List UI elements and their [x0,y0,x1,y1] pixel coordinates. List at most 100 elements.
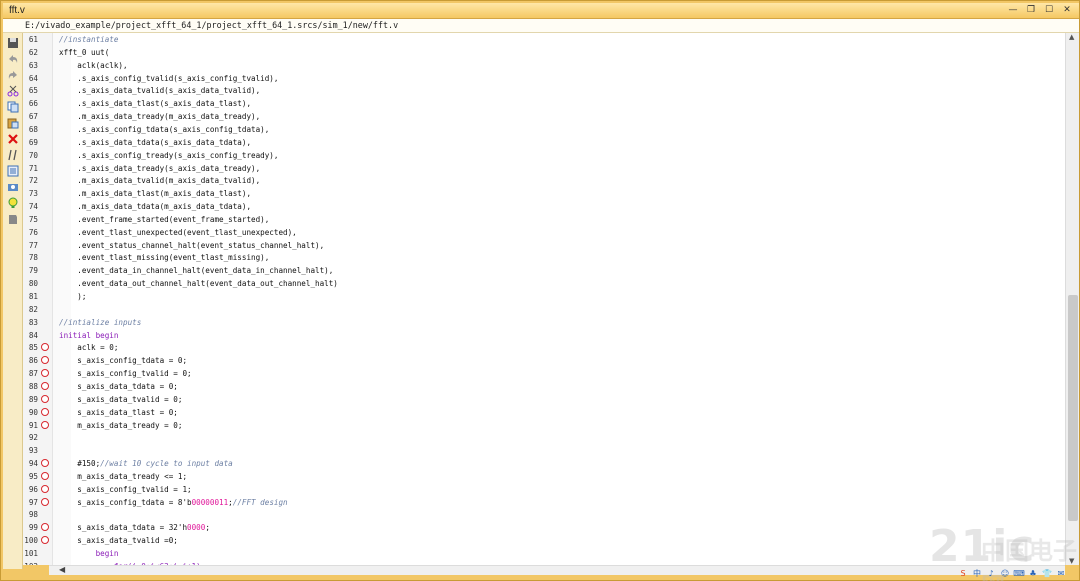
code-line[interactable]: 77 .event_status_channel_halt(event_stat… [23,239,1065,252]
tray-icon[interactable]: ✉ [1055,568,1067,579]
code-token: s_axis_config_tdata = 8'b [59,497,192,507]
code-line[interactable]: 82 [23,303,1065,316]
breakpoint-icon[interactable] [41,343,49,352]
code-line[interactable]: 68 .s_axis_config_tdata(s_axis_config_td… [23,123,1065,136]
code-line[interactable]: 83 //intialize inputs [23,316,1065,329]
close-icon[interactable]: ✕ [1061,4,1073,17]
code-line[interactable]: 89 s_axis_data_tvalid = 0; [23,393,1065,406]
code-token: aclk(aclk), [59,60,128,70]
breakpoint-icon[interactable] [41,497,49,506]
tray-icon[interactable]: S [957,568,969,579]
delete-icon[interactable] [7,133,19,145]
code-line[interactable]: 84 initial begin [23,329,1065,342]
code-line[interactable]: 86 s_axis_config_tdata = 0; [23,354,1065,367]
code-line[interactable]: 69 .s_axis_data_tdata(s_axis_data_tdata)… [23,136,1065,149]
scroll-left-icon[interactable]: ◀ [59,565,65,574]
scroll-up-icon[interactable]: ▲ [1069,33,1074,41]
code-line[interactable]: 99 s_axis_data_tdata = 32'h0000; [23,521,1065,534]
breakpoint-icon[interactable] [41,536,49,545]
block-icon[interactable] [7,165,19,177]
code-line[interactable]: 98 [23,508,1065,521]
code-line[interactable]: 94 #150;//wait 10 cycle to input data [23,457,1065,470]
code-line[interactable]: 87 s_axis_config_tvalid = 0; [23,367,1065,380]
tray-icon[interactable]: ♪ [985,568,997,579]
template-icon[interactable] [7,213,19,225]
restore-icon[interactable]: ❐ [1025,4,1037,17]
code-line[interactable]: 88 s_axis_data_tdata = 0; [23,380,1065,393]
code-line[interactable]: 101 begin [23,547,1065,560]
tray-icon[interactable]: 👕 [1041,568,1053,579]
code-line[interactable]: 67 .m_axis_data_tready(m_axis_data_tread… [23,110,1065,123]
breakpoint-icon[interactable] [41,484,49,493]
code-line[interactable]: 95 m_axis_data_tready <= 1; [23,470,1065,483]
code-line[interactable]: 85 aclk = 0; [23,341,1065,354]
vertical-scrollbar[interactable]: ▲ ▼ [1065,33,1079,565]
code-text: .s_axis_data_tvalid(s_axis_data_tvalid), [59,84,260,97]
code-line[interactable]: 93 [23,444,1065,457]
code-token: .event_tlast_missing(event_tlast_missing… [59,253,270,263]
code-line[interactable]: 92 [23,431,1065,444]
code-line[interactable]: 62 xfft_0 uut( [23,46,1065,59]
breakpoint-icon[interactable] [41,356,49,365]
code-line[interactable]: 66 .s_axis_data_tlast(s_axis_data_tlast)… [23,97,1065,110]
copy-icon[interactable] [7,101,19,113]
line-number: 78 [28,253,38,263]
code-line[interactable]: 61 //instantiate [23,33,1065,46]
tray-icon[interactable]: ⌨ [1013,568,1025,579]
code-text: m_axis_data_tready <= 1; [59,470,187,483]
code-line[interactable]: 74 .m_axis_data_tdata(m_axis_data_tdata)… [23,200,1065,213]
breakpoint-icon[interactable] [41,369,49,378]
code-line[interactable]: 100 s_axis_data_tvalid =0; [23,534,1065,547]
horizontal-scrollbar[interactable]: ◀ [49,565,1065,575]
tray-icon[interactable]: ☺ [999,568,1011,579]
hint-icon[interactable] [7,197,19,209]
undo-icon[interactable] [7,53,19,65]
breakpoint-icon[interactable] [41,471,49,480]
code-line[interactable]: 64 .s_axis_config_tvalid(s_axis_config_t… [23,72,1065,85]
code-comment: //intialize inputs [59,317,142,327]
code-line[interactable]: 91 m_axis_data_tready = 0; [23,419,1065,432]
code-line[interactable]: 90 s_axis_data_tlast = 0; [23,406,1065,419]
editor-window: fft.v — ❐ ☐ ✕ E:/vivado_example/project_… [0,0,1080,581]
find-icon[interactable] [7,181,19,193]
breakpoint-icon[interactable] [41,394,49,403]
code-line[interactable]: 76 .event_tlast_unexpected(event_tlast_u… [23,226,1065,239]
breakpoint-icon[interactable] [41,407,49,416]
code-token: xfft_0 uut( [59,47,110,57]
code-line[interactable]: 79 .event_data_in_channel_halt(event_dat… [23,264,1065,277]
paste-icon[interactable] [7,117,19,129]
breakpoint-icon[interactable] [41,459,49,468]
line-number: 68 [28,124,38,134]
code-line[interactable]: 96 s_axis_config_tvalid = 1; [23,483,1065,496]
breakpoint-icon[interactable] [41,523,49,532]
vertical-scroll-thumb[interactable] [1068,295,1078,521]
code-line[interactable]: 71 .s_axis_data_tready(s_axis_data_tread… [23,162,1065,175]
minimize-icon[interactable]: — [1007,4,1019,17]
code-line[interactable]: 80 .event_data_out_channel_halt(event_da… [23,277,1065,290]
breakpoint-icon[interactable] [41,381,49,390]
breakpoint-icon[interactable] [41,420,49,429]
line-number: 80 [28,279,38,289]
code-line[interactable]: 97 s_axis_config_tdata = 8'b00000011;//F… [23,496,1065,509]
code-line[interactable]: 65 .s_axis_data_tvalid(s_axis_data_tvali… [23,84,1065,97]
tray-icon[interactable]: 中 [971,568,983,579]
code-line[interactable]: 81 ); [23,290,1065,303]
redo-icon[interactable] [7,69,19,81]
save-icon[interactable] [7,37,19,49]
code-line[interactable]: 78 .event_tlast_missing(event_tlast_miss… [23,251,1065,264]
code-line[interactable]: 72 .m_axis_data_tvalid(m_axis_data_tvali… [23,174,1065,187]
comment-icon[interactable] [7,149,19,161]
tray-icon[interactable]: ♣ [1027,568,1039,579]
line-number: 72 [28,176,38,186]
code-editor[interactable]: 61 //instantiate 62 xfft_0 uut(63 aclk(aclk… [23,33,1065,565]
cut-icon[interactable] [7,85,19,97]
code-line[interactable]: 63 aclk(aclk), [23,59,1065,72]
code-line[interactable]: 75 .event_frame_started(event_frame_star… [23,213,1065,226]
code-line[interactable]: 70 .s_axis_config_tready(s_axis_config_t… [23,149,1065,162]
file-tab[interactable]: fft.v [3,5,25,16]
code-text: .s_axis_data_tready(s_axis_data_tready), [59,162,260,175]
code-text: s_axis_config_tvalid = 1; [59,483,191,496]
line-number: 79 [28,266,38,276]
maximize-icon[interactable]: ☐ [1043,4,1055,17]
code-line[interactable]: 73 .m_axis_data_tlast(m_axis_data_tlast)… [23,187,1065,200]
